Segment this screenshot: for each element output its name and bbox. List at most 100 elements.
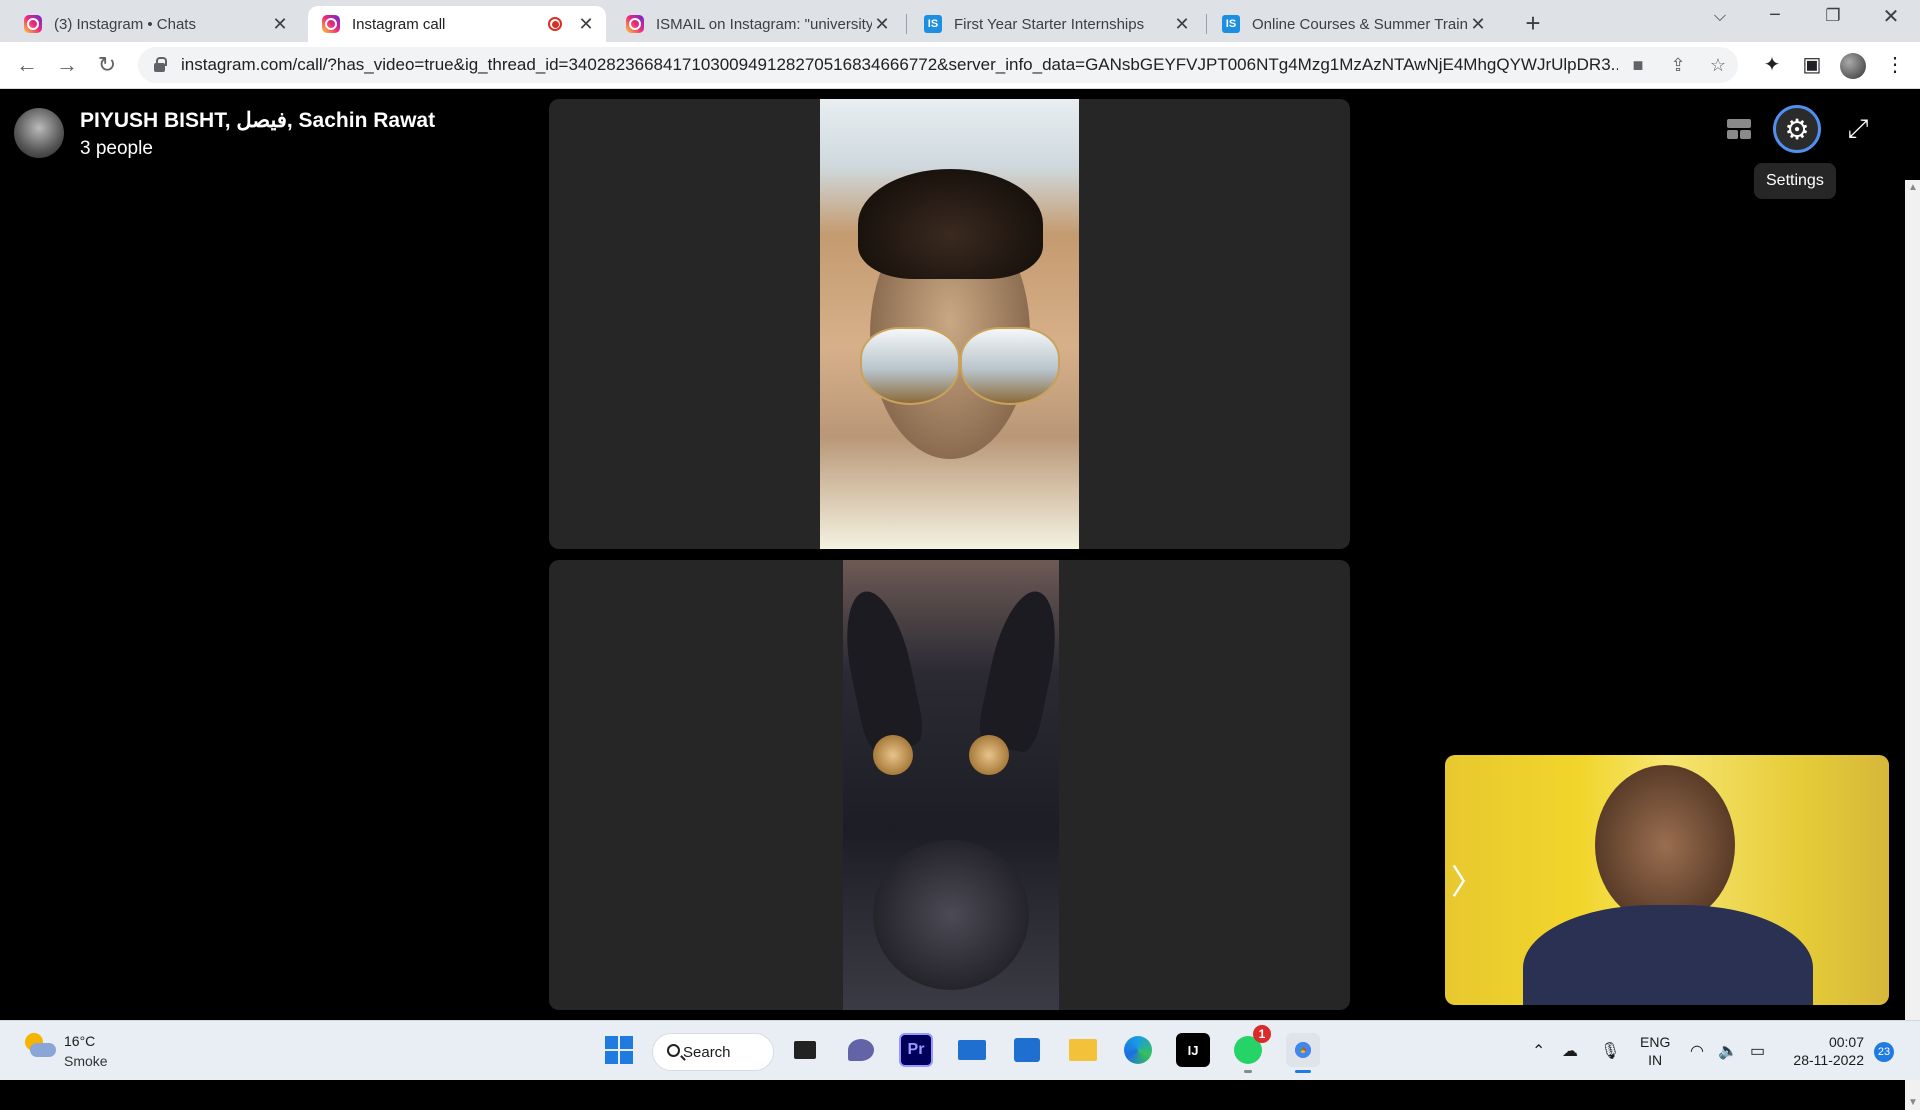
running-indicator [1295, 1070, 1311, 1073]
share-icon[interactable]: ⇪ [1658, 55, 1698, 76]
restore-icon[interactable]: ❐ [1813, 6, 1853, 26]
self-shirt [1523, 905, 1813, 1005]
profile-avatar[interactable] [1840, 53, 1866, 79]
reload-icon[interactable]: ↻ [92, 50, 122, 80]
bookmark-star-icon[interactable]: ☆ [1698, 55, 1738, 76]
sunglasses-left [860, 327, 960, 405]
instagram-icon [24, 15, 42, 33]
page-scrollbar[interactable]: ▲ ▼ [1905, 180, 1920, 1110]
tab-first-year-internships[interactable]: IS First Year Starter Internships ✕ [910, 6, 1202, 42]
call-page: PIYUSH BISHT, فيصل, Sachin Rawat 3 peopl… [0, 90, 1920, 1110]
chevron-right-icon[interactable]: 〉 [1451, 855, 1485, 904]
tab-instagram-chats[interactable]: (3) Instagram • Chats ✕ [10, 6, 300, 42]
taskbar-search[interactable]: Search [652, 1033, 774, 1071]
close-window-icon[interactable]: ✕ [1871, 4, 1911, 29]
instagram-icon [626, 15, 644, 33]
self-face [1595, 765, 1735, 925]
edge-icon [1124, 1036, 1152, 1064]
input-language[interactable]: ENG IN [1640, 1033, 1670, 1069]
windows-icon [605, 1036, 633, 1064]
new-tab-icon[interactable]: + [1518, 8, 1548, 39]
self-view-video[interactable]: 〉 [1445, 755, 1889, 1005]
extensions-icon[interactable]: ✦ [1757, 52, 1787, 77]
settings-button[interactable]: ⚙ [1773, 105, 1821, 153]
lock-icon[interactable] [154, 56, 167, 72]
group-avatar [14, 108, 64, 158]
clock-time: 00:07 [1828, 1034, 1864, 1050]
weather-condition[interactable]: Smoke [64, 1053, 108, 1069]
minimize-icon[interactable]: − [1755, 4, 1795, 27]
participant-hair [858, 169, 1043, 279]
folder-icon [1069, 1039, 1097, 1061]
tab-online-courses[interactable]: IS Online Courses & Summer Traini ✕ [1208, 6, 1498, 42]
volume-icon[interactable]: 🔈 [1718, 1041, 1738, 1061]
tab-instagram-call[interactable]: Instagram call ✕ [308, 6, 606, 42]
premiere-pro-icon: Pr [907, 1041, 925, 1058]
intellij-button[interactable]: IJ [1176, 1033, 1210, 1067]
battery-icon[interactable]: ▭ [1750, 1041, 1765, 1061]
participant-video-feed [835, 560, 1067, 1010]
scroll-down-icon[interactable]: ▼ [1908, 1097, 1918, 1108]
tab-title: (3) Instagram • Chats [54, 15, 196, 33]
system-clock[interactable]: 00:07 28-11-2022 [1790, 1033, 1864, 1069]
running-indicator [1244, 1070, 1252, 1073]
instagram-icon [322, 15, 340, 33]
premiere-pro-button[interactable]: Pr [899, 1033, 933, 1067]
chat-icon [848, 1039, 874, 1061]
chrome-button[interactable] [1286, 1033, 1320, 1073]
notification-badge[interactable]: 23 [1874, 1042, 1894, 1062]
start-button[interactable] [602, 1033, 636, 1067]
dog-eye-spot-left [873, 735, 913, 775]
weather-temperature[interactable]: 16°C [64, 1033, 95, 1049]
taskbar: 16°C Smoke Search Pr IJ 1 ⌃ ☁ 🎙 ENG IN ◠… [0, 1020, 1920, 1080]
layout-button[interactable] [1715, 105, 1763, 153]
tab-ismail-instagram[interactable]: ISMAIL on Instagram: "university ✕ [612, 6, 902, 42]
forward-icon[interactable]: → [52, 50, 82, 80]
dog-ear-right [975, 585, 1067, 755]
tab-title: First Year Starter Internships [954, 15, 1145, 33]
onedrive-cloud-icon[interactable]: ☁ [1562, 1041, 1578, 1061]
wifi-icon[interactable]: ◠ [1690, 1041, 1704, 1061]
back-icon[interactable]: ← [12, 50, 42, 80]
tab-separator [1206, 14, 1207, 34]
fullscreen-button[interactable]: ⤢ [1834, 105, 1882, 153]
menu-icon[interactable]: ⋮ [1880, 52, 1910, 77]
edge-button[interactable] [1121, 1033, 1155, 1067]
whatsapp-button[interactable]: 1 [1231, 1025, 1271, 1073]
close-tab-icon[interactable]: ✕ [872, 14, 892, 35]
internshala-icon: IS [924, 15, 942, 33]
settings-tooltip: Settings [1754, 163, 1836, 199]
dog-eye-spot-right [969, 735, 1009, 775]
close-tab-icon[interactable]: ✕ [1172, 14, 1192, 35]
show-hidden-icons-icon[interactable]: ⌃ [1532, 1041, 1545, 1061]
language-code: ENG [1640, 1034, 1671, 1050]
tab-title: Instagram call [352, 15, 446, 33]
task-view-button[interactable] [788, 1033, 822, 1067]
address-bar[interactable]: instagram.com/call/?has_video=true&ig_th… [138, 47, 1738, 83]
close-tab-icon[interactable]: ✕ [270, 14, 290, 35]
microphone-icon[interactable]: 🎙 [1600, 1041, 1620, 1061]
microsoft-store-button[interactable] [1010, 1033, 1044, 1067]
recording-indicator-icon [548, 17, 562, 31]
tab-separator [906, 14, 907, 34]
tab-title: Online Courses & Summer Traini [1252, 15, 1468, 33]
participant-video-tile[interactable] [549, 99, 1350, 549]
side-panel-icon[interactable]: ▣ [1797, 52, 1827, 77]
tab-search-chevron-icon[interactable]: ⌵ [1700, 8, 1740, 26]
participant-video-tile[interactable] [549, 560, 1350, 1010]
weather-icon[interactable] [22, 1033, 56, 1063]
sunglasses-right [960, 327, 1060, 405]
search-icon [667, 1044, 680, 1057]
url-text[interactable]: instagram.com/call/?has_video=true&ig_th… [181, 55, 1618, 75]
mail-icon [958, 1040, 986, 1060]
close-tab-icon[interactable]: ✕ [576, 14, 596, 35]
participant-video-feed [820, 99, 1079, 549]
close-tab-icon[interactable]: ✕ [1468, 14, 1488, 35]
dog-ear-left [835, 585, 927, 755]
teams-chat-button[interactable] [844, 1033, 878, 1067]
scroll-up-icon[interactable]: ▲ [1908, 182, 1918, 193]
whatsapp-unread-badge: 1 [1253, 1025, 1271, 1043]
mail-button[interactable] [955, 1033, 989, 1067]
camera-in-use-icon[interactable]: ■ [1618, 55, 1658, 76]
file-explorer-button[interactable] [1066, 1033, 1100, 1067]
